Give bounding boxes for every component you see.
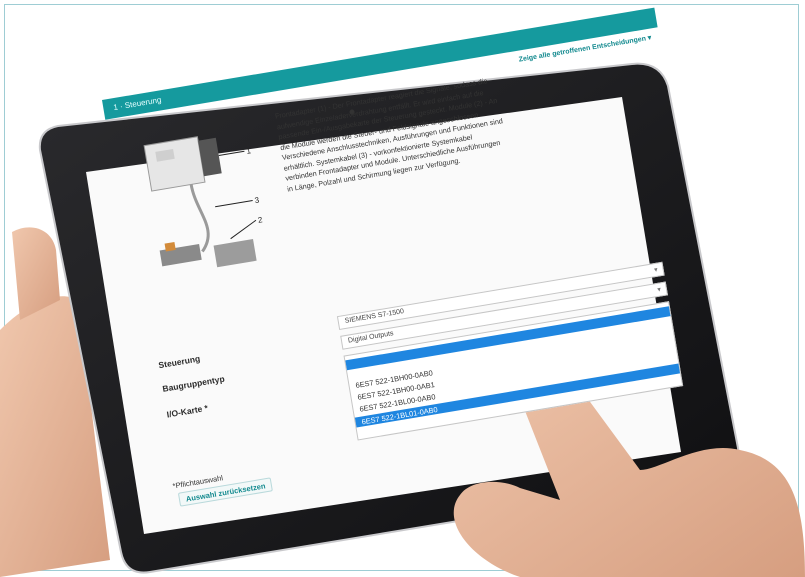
tablet-photo — [0, 62, 805, 577]
camera — [349, 109, 355, 115]
